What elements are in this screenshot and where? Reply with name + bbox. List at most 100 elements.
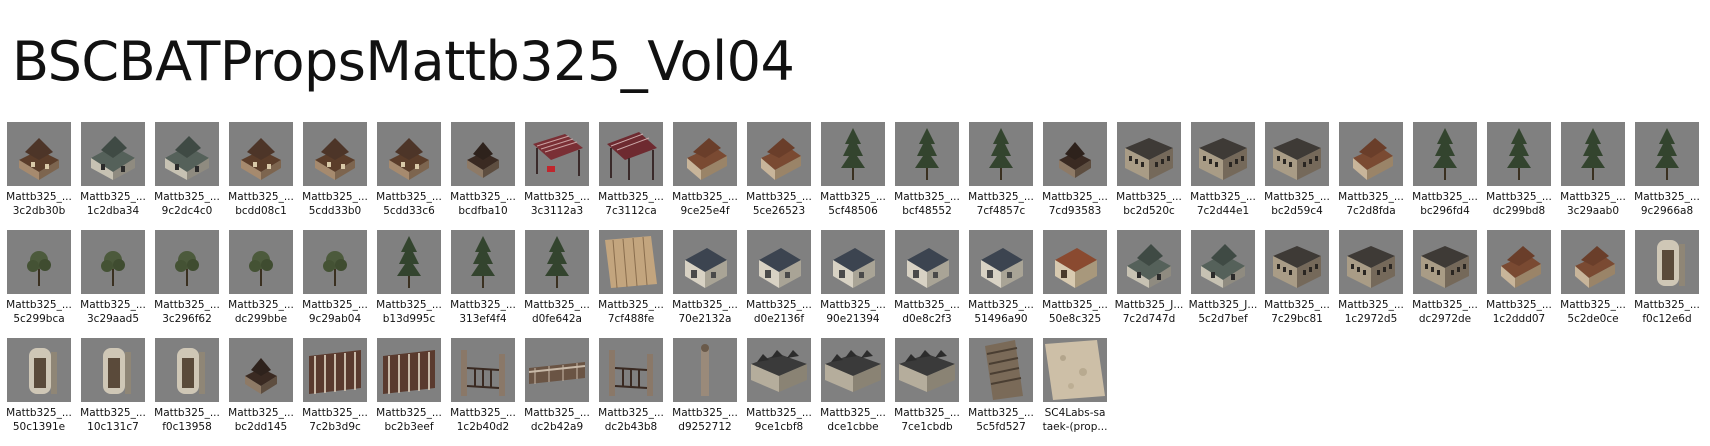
file-item[interactable]: Mattb325_... 9ce25e4f	[672, 122, 747, 230]
file-item[interactable]: Mattb325_... 5cdd33c6	[376, 122, 451, 230]
file-item[interactable]: Mattb325_... f0c13958	[154, 338, 229, 446]
file-name-line2: 1c2dba34	[86, 205, 140, 217]
file-name: Mattb325_... 9c2dc4c0	[151, 190, 223, 218]
file-item[interactable]: Mattb325_... 3c29aab0	[1560, 122, 1635, 230]
file-item[interactable]: Mattb325_... dce1cbbe	[820, 338, 895, 446]
file-name-line2: 5cdd33b0	[308, 205, 362, 217]
file-item[interactable]: Mattb325_... 10c131c7	[80, 338, 155, 446]
file-item[interactable]: Mattb325_... bc2dd145	[228, 338, 303, 446]
file-item[interactable]: Mattb325_... 1c2dba34	[80, 122, 155, 230]
post-icon	[673, 338, 737, 402]
file-item[interactable]: Mattb325_... 7cd93583	[1042, 122, 1117, 230]
file-item[interactable]: Mattb325_... 9c2966a8	[1634, 122, 1709, 230]
file-item[interactable]: Mattb325_... 50c1391e	[6, 338, 81, 446]
file-item[interactable]: Mattb325_... 5ce26523	[746, 122, 821, 230]
file-name-line1: Mattb325_...	[598, 407, 664, 419]
file-item[interactable]: Mattb325_... 3c3112a3	[524, 122, 599, 230]
file-item[interactable]: Mattb325_... 5c5fd527	[968, 338, 1043, 446]
file-item[interactable]: Mattb325_... 7c2b3d9c	[302, 338, 377, 446]
house-icon	[821, 230, 885, 294]
file-item[interactable]: Mattb325_... dc299bbe	[228, 230, 303, 338]
file-name-line2: bcdd08c1	[235, 205, 287, 217]
file-item[interactable]: Mattb325_... 9ce1cbf8	[746, 338, 821, 446]
file-item[interactable]: Mattb325_... d0e2136f	[746, 230, 821, 338]
house-icon	[1043, 122, 1107, 186]
file-item[interactable]: Mattb325_... bc296fd4	[1412, 122, 1487, 230]
file-name: Mattb325_... 1c2dba34	[77, 190, 149, 218]
file-name: Mattb325_... 51496a90	[965, 298, 1037, 326]
tree-icon	[303, 230, 367, 294]
file-name-line1: Mattb325_...	[1560, 191, 1626, 203]
file-item[interactable]: Mattb325_... 51496a90	[968, 230, 1043, 338]
house-icon	[1117, 230, 1181, 294]
file-item[interactable]: Mattb325_... 1c2b40d2	[450, 338, 525, 446]
file-item[interactable]: SC4Labs-sa taek-(prop...	[1043, 338, 1117, 446]
file-item[interactable]: Mattb325_... dc2972de	[1412, 230, 1487, 338]
file-item[interactable]: Mattb325_... 3c296f62	[154, 230, 229, 338]
file-name-line2: bcdfba10	[458, 205, 508, 217]
file-item[interactable]: Mattb325_... 5cdd33b0	[302, 122, 377, 230]
file-item[interactable]: Mattb325_... 5c2de0ce	[1560, 230, 1635, 338]
file-item[interactable]: Mattb325_... 9c29ab04	[302, 230, 377, 338]
file-item[interactable]: Mattb325_... b13d995c	[376, 230, 451, 338]
file-item[interactable]: Mattb325_... 7cf4857c	[968, 122, 1043, 230]
file-name: Mattb325_... bc296fd4	[1409, 190, 1481, 218]
file-item[interactable]: Mattb325_... bcf48552	[894, 122, 969, 230]
file-item[interactable]: Mattb325_... bc2d59c4	[1264, 122, 1339, 230]
file-name-line2: 9c29ab04	[308, 313, 362, 325]
file-item[interactable]: Mattb325_... 70e2132a	[672, 230, 747, 338]
file-name: Mattb325_... dc2b43b8	[595, 406, 667, 434]
file-item[interactable]: Mattb325_... dc299bd8	[1486, 122, 1561, 230]
file-name-line2: 3c29aab0	[1566, 205, 1620, 217]
house-icon	[229, 122, 293, 186]
file-item[interactable]: Mattb325_... dc2b43b8	[598, 338, 673, 446]
file-item[interactable]: Mattb325_J... 5c2d7bef	[1189, 230, 1265, 338]
file-name-line1: Mattb325_...	[672, 191, 738, 203]
building-icon	[747, 338, 811, 402]
file-item[interactable]: Mattb325_... 7c3112ca	[598, 122, 673, 230]
house-icon	[1191, 230, 1255, 294]
file-item[interactable]: Mattb325_... 7ce1cbdb	[894, 338, 969, 446]
file-item[interactable]: Mattb325_... 50e8c325	[1042, 230, 1117, 338]
file-item[interactable]: Mattb325_... d0e8c2f3	[894, 230, 969, 338]
file-item[interactable]: Mattb325_... 3c29aad5	[80, 230, 155, 338]
file-item[interactable]: Mattb325_... 5c299bca	[6, 230, 81, 338]
file-name-line2: 50e8c325	[1048, 313, 1102, 325]
file-item[interactable]: Mattb325_... 5cf48506	[820, 122, 895, 230]
file-name-line1: Mattb325_...	[80, 299, 146, 311]
file-name: Mattb325_... d0fe642a	[521, 298, 593, 326]
tree-icon	[1561, 122, 1625, 186]
file-name-line2: 9c2966a8	[1640, 205, 1694, 217]
file-item[interactable]: Mattb325_... d0fe642a	[524, 230, 599, 338]
file-item[interactable]: Mattb325_... 7cf488fe	[598, 230, 673, 338]
file-item[interactable]: Mattb325_... 1c2972d5	[1338, 230, 1413, 338]
house-icon	[747, 122, 811, 186]
file-item[interactable]: Mattb325_J... 7c2d747d	[1115, 230, 1191, 338]
file-item[interactable]: Mattb325_... bc2b3eef	[376, 338, 451, 446]
file-item[interactable]: Mattb325_... d9252712	[672, 338, 747, 446]
file-item[interactable]: Mattb325_... 7c2d44e1	[1190, 122, 1265, 230]
file-item[interactable]: Mattb325_... 3c2db30b	[6, 122, 81, 230]
tree-icon	[969, 122, 1033, 186]
file-item[interactable]: Mattb325_... 1c2ddd07	[1486, 230, 1561, 338]
file-item[interactable]: Mattb325_... bcdfba10	[450, 122, 525, 230]
file-name-line2: d0fe642a	[532, 313, 582, 325]
file-item[interactable]: Mattb325_... bc2d520c	[1116, 122, 1191, 230]
file-name-line2: 7cd93583	[1048, 205, 1102, 217]
file-name-line2: 1c2ddd07	[1492, 313, 1546, 325]
file-item[interactable]: Mattb325_... 9c2dc4c0	[154, 122, 229, 230]
file-item[interactable]: Mattb325_... 7c29bc81	[1264, 230, 1339, 338]
house-icon	[747, 230, 811, 294]
file-item[interactable]: Mattb325_... 90e21394	[820, 230, 895, 338]
file-item[interactable]: Mattb325_... dc2b42a9	[524, 338, 599, 446]
file-item[interactable]: Mattb325_... 7c2d8fda	[1338, 122, 1413, 230]
file-item[interactable]: Mattb325_... f0c12e6d	[1634, 230, 1709, 338]
file-name-line2: 7c2b3d9c	[309, 421, 361, 433]
file-item[interactable]: Mattb325_... 313ef4f4	[450, 230, 525, 338]
file-name: Mattb325_... 5ce26523	[743, 190, 815, 218]
file-name-line2: taek-(prop...	[1042, 421, 1108, 433]
file-name: Mattb325_... 7cf488fe	[595, 298, 667, 326]
file-item[interactable]: Mattb325_... bcdd08c1	[228, 122, 303, 230]
file-name-line1: Mattb325_...	[746, 299, 812, 311]
file-name-line1: Mattb325_...	[1338, 299, 1404, 311]
